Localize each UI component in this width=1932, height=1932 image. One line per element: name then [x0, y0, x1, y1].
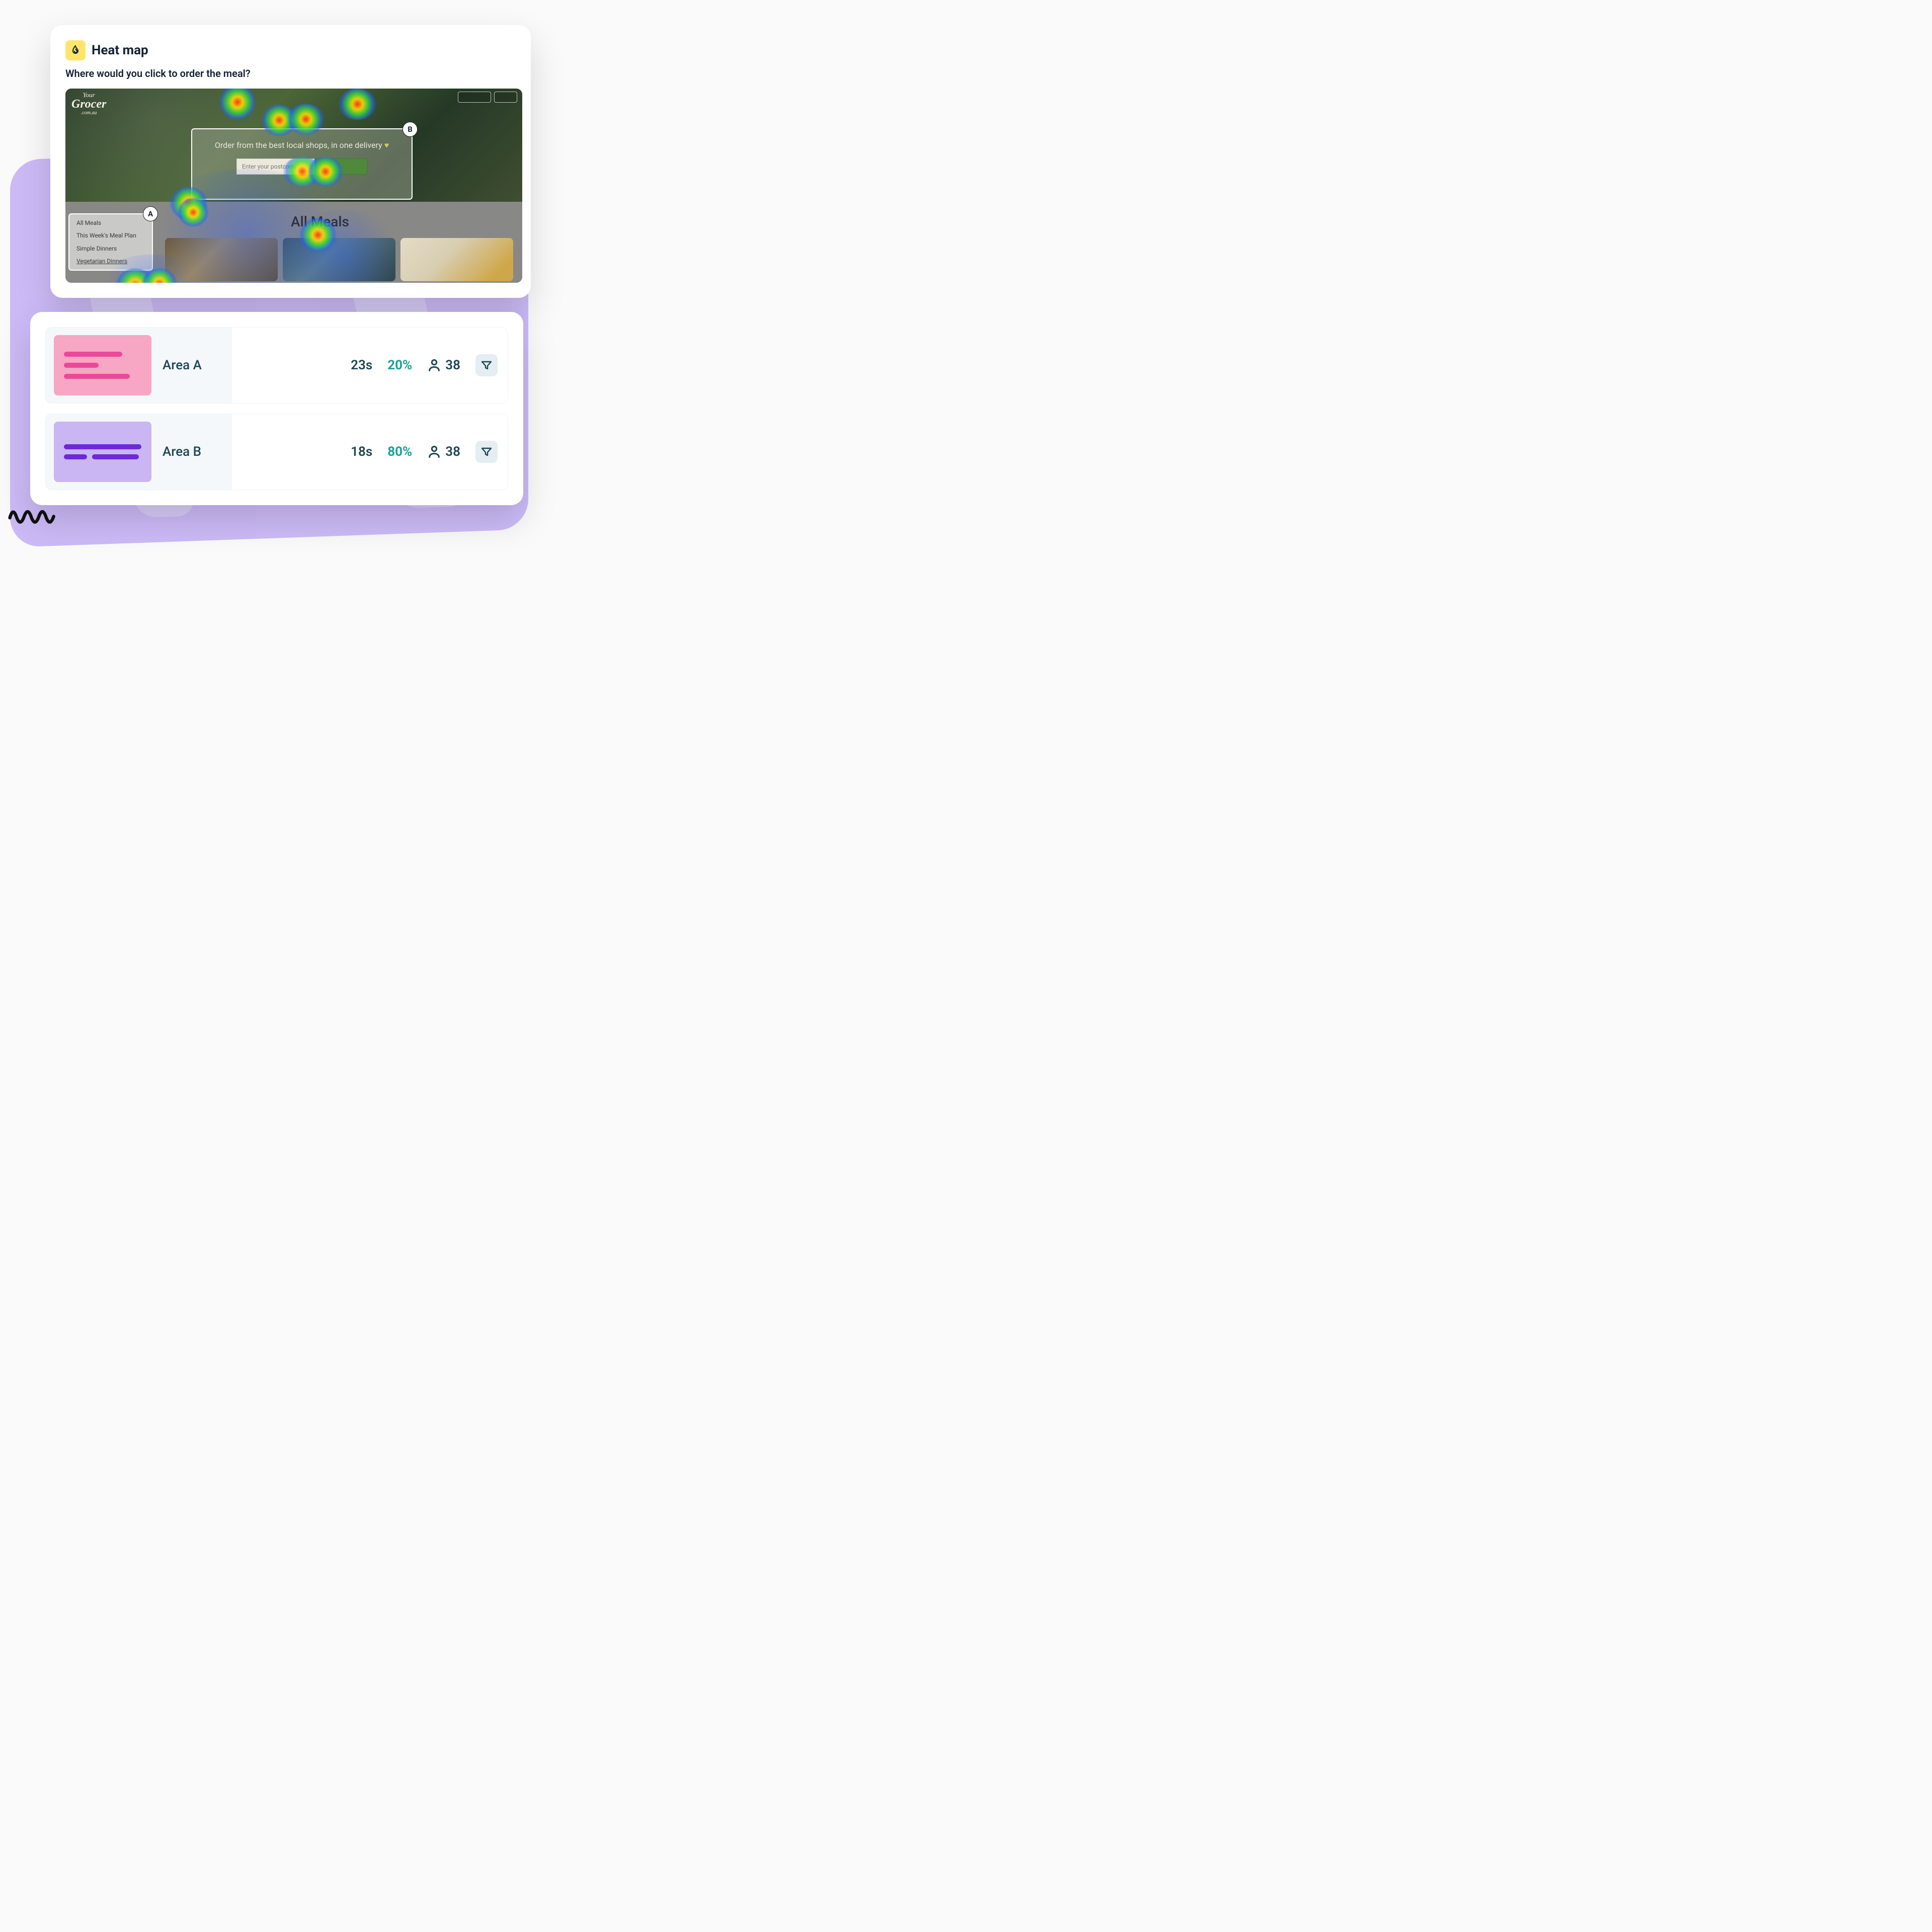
region-badge-b: B [403, 122, 418, 137]
card-header: Heat map [65, 40, 516, 60]
funnel-icon [480, 446, 493, 458]
area-thumb-cell: Area A [46, 328, 232, 403]
filter-button[interactable] [475, 354, 498, 376]
funnel-icon [480, 359, 493, 371]
metrics-card: Area A 23s 20% 38 [30, 312, 523, 505]
placeholder-bar [64, 374, 130, 379]
heat-spot [300, 218, 336, 252]
heat-spot [339, 89, 376, 120]
filter-button[interactable] [475, 441, 498, 463]
ghost-button[interactable] [494, 92, 517, 103]
placeholder-bar [64, 363, 99, 368]
heat-spot [178, 198, 208, 226]
metric-percent: 20% [387, 358, 412, 373]
sidebar-item[interactable]: This Week's Meal Plan [76, 232, 145, 239]
area-label: Area A [163, 358, 202, 373]
metric-time: 23s [351, 358, 372, 373]
meal-card[interactable] [400, 238, 513, 281]
metric-time: 18s [351, 444, 372, 459]
area-label: Area B [163, 444, 201, 459]
header-buttons [458, 92, 517, 103]
sidebar-item[interactable]: All Meals [76, 219, 145, 226]
heat-spot [288, 104, 324, 135]
sidebar-item[interactable]: Simple Dinners [76, 245, 145, 252]
card-subtitle: Where would you click to order the meal? [65, 67, 516, 79]
placeholder-bar [92, 454, 138, 459]
ghost-button[interactable] [458, 92, 491, 103]
heart-icon: ♥ [384, 140, 389, 150]
heat-spot [308, 157, 343, 186]
participant-count: 38 [445, 444, 460, 459]
area-metrics: 23s 20% 38 [232, 328, 508, 403]
participant-count: 38 [445, 358, 460, 373]
placeholder-bar [64, 352, 122, 357]
metric-percent: 80% [387, 444, 412, 459]
site-logo: Your Grocer .com.au [71, 92, 106, 116]
region-badge-a: A [143, 206, 158, 221]
person-icon [427, 358, 441, 372]
flame-icon [65, 40, 86, 60]
area-row-a: Area A 23s 20% 38 [45, 327, 508, 404]
placeholder-bar [64, 454, 87, 459]
metric-participants: 38 [427, 444, 460, 459]
card-title: Heat map [92, 43, 148, 58]
heatmap-card: Heat map Where would you click to order … [50, 25, 531, 298]
metric-participants: 38 [427, 358, 460, 373]
logo-line2: Grocer [71, 98, 106, 110]
area-row-b: Area B 18s 80% 38 [45, 414, 508, 490]
placeholder-bar [64, 444, 141, 449]
person-icon [427, 445, 441, 459]
tagline-text: Order from the best local shops, in one … [215, 140, 382, 150]
area-thumb-cell: Area B [46, 414, 232, 490]
heatmap-screenshot: Your Grocer .com.au Order from the best … [65, 89, 522, 283]
hero-tagline: Order from the best local shops, in one … [192, 140, 412, 150]
area-metrics: 18s 80% 38 [232, 414, 508, 490]
area-thumbnail-a [54, 335, 151, 395]
area-thumbnail-b [54, 422, 151, 482]
logo-line3: .com.au [71, 110, 106, 116]
